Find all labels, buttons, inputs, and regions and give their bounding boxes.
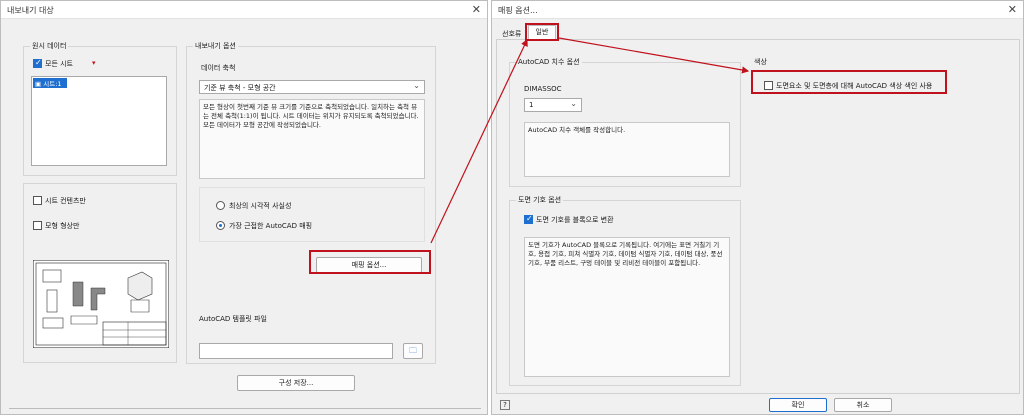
annotation-arrows: [430, 37, 750, 244]
